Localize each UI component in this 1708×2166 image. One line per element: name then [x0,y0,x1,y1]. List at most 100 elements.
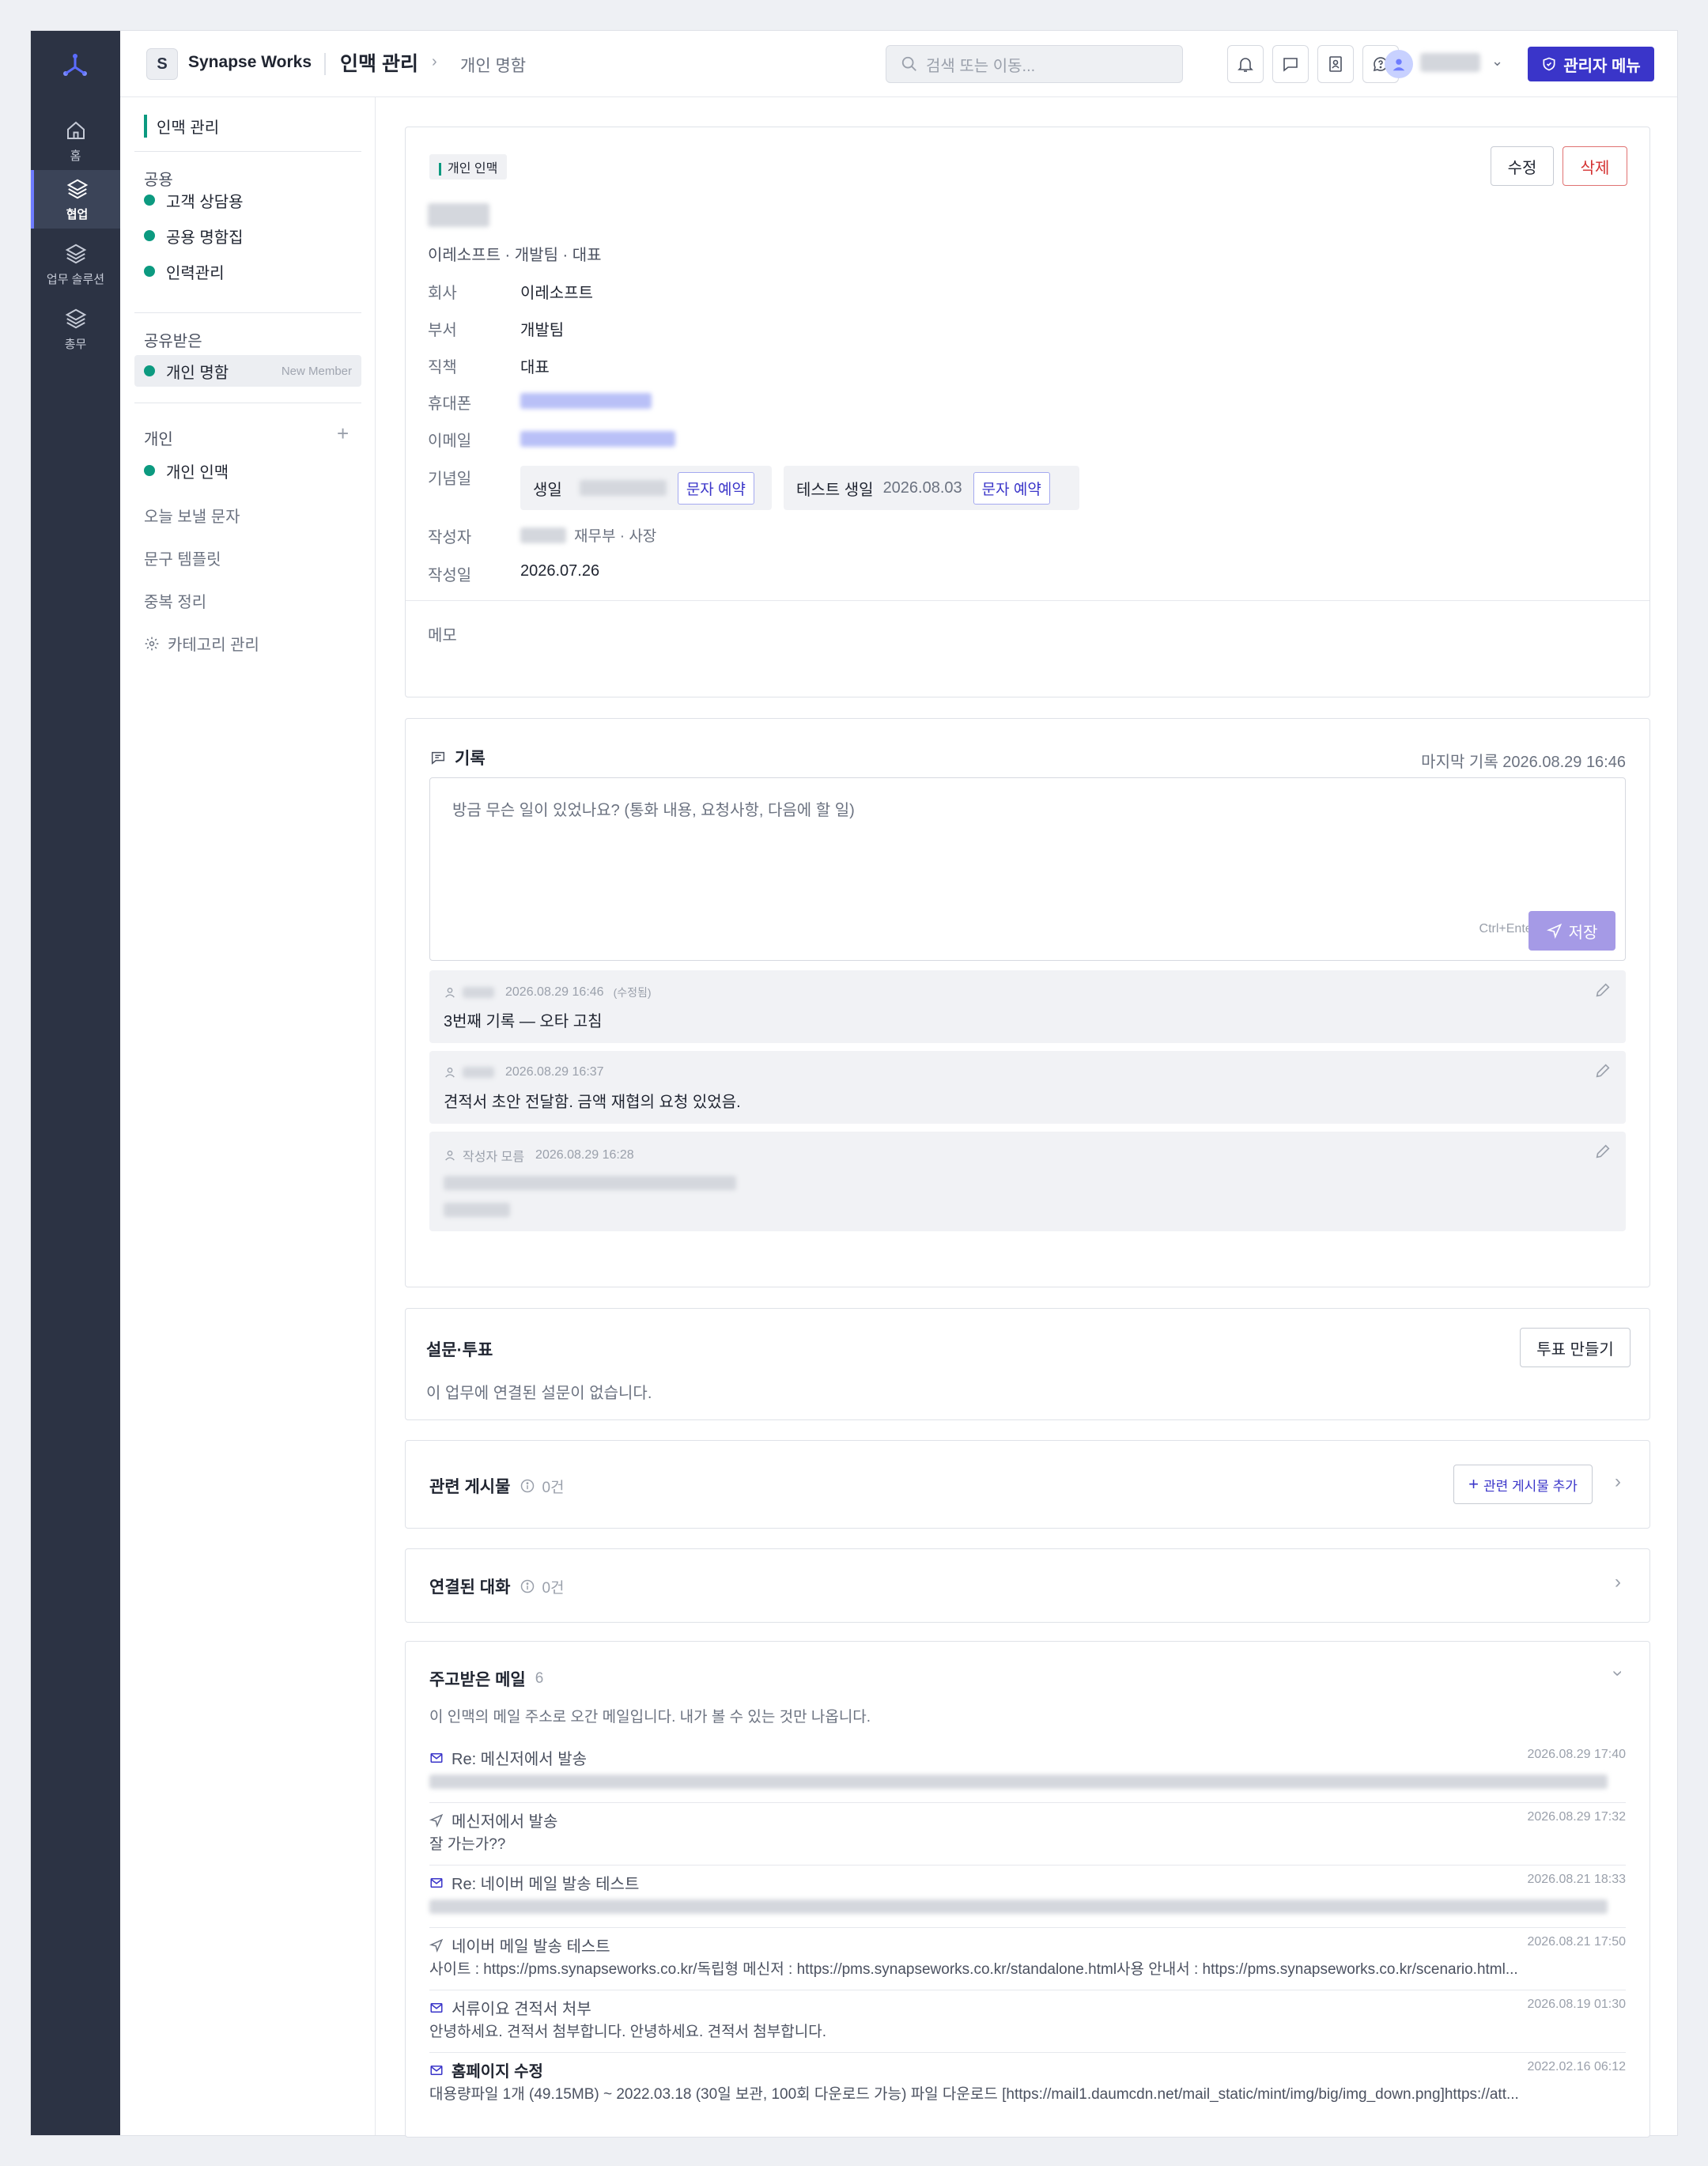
user-icon [1392,59,1405,71]
pencil-icon[interactable] [1594,1143,1612,1160]
rail-item-collab[interactable]: 협업 [31,170,120,229]
user-icon [445,1068,455,1078]
mail-title-label: 주고받은 메일 [429,1671,526,1689]
mail-item[interactable]: 네이버 메일 발송 테스트 2026.08.21 17:50 사이트 : htt… [429,1929,1626,1990]
sidebar-item-label: 개인 명함 [166,364,229,382]
entry-author [463,1067,494,1078]
search-input[interactable]: 검색 또는 이동... [886,45,1183,83]
sidebar-group-shared: 공유받은 [144,333,202,350]
schedule-sms-button[interactable]: 문자 예약 [973,471,1050,505]
sidebar-link-today-sms[interactable]: 오늘 보낼 문자 [144,504,240,527]
contact-name [428,203,489,227]
entry-meta: 2026.08.29 16:37 [444,1065,604,1079]
user-name[interactable] [1420,53,1480,72]
sidebar-item-hr[interactable]: 인력관리 [134,255,361,287]
sidebar-item-label: 인력관리 [166,264,225,282]
send-icon [1546,923,1562,939]
anniversary-date [579,480,667,496]
edit-button[interactable]: 수정 [1491,146,1554,186]
sidebar-item-personal-network[interactable]: 개인 인맥 [134,455,361,486]
chevron-down-icon[interactable]: › [1607,1670,1629,1676]
entry-author: 작성자 모름 [463,1151,525,1164]
divider [134,151,361,152]
category-chip: 개인 인맥 [429,154,508,180]
linked-chats-card: 연결된 대화 0건 › [405,1548,1650,1623]
new-member-tag: New Member [281,364,352,378]
field-label: 휴대폰 [428,395,472,413]
company-value: 이레소프트 [520,285,593,302]
notification-button[interactable] [1227,45,1264,83]
mail-description: 이 인맥의 메일 주소로 오간 메일입니다. 내가 볼 수 있는 것만 나옵니다… [429,1709,871,1726]
mail-item[interactable]: 메신저에서 발송 2026.08.29 17:32 잘 가는가?? [429,1804,1626,1865]
save-record-button[interactable]: 저장 [1529,911,1615,951]
entry-meta: 작성자 모름 2026.08.29 16:28 [444,1146,634,1165]
delete-button[interactable]: 삭제 [1563,146,1627,186]
record-entry: 작성자 모름 2026.08.29 16:28 [429,1132,1626,1231]
layers-icon [65,308,86,328]
divider [134,312,361,313]
admin-menu-button[interactable]: 관리자 메뉴 [1528,47,1654,81]
field-label: 부서 [428,322,457,339]
mail-subject-text: 서류이요 견적서 처부 [452,2001,591,2018]
sidebar-item-public-cards[interactable]: 공용 명함집 [134,220,361,251]
add-category-icon[interactable]: + [337,421,349,446]
memo-label: 메모 [428,627,457,645]
mail-item[interactable]: Re: 메신저에서 발송 2026.08.29 17:40 [429,1741,1626,1803]
mail-icon [430,2065,443,2075]
rail-item-solutions[interactable]: 업무 솔루션 [31,235,120,293]
user-icon [445,1151,455,1161]
app-logo-icon[interactable] [59,50,91,81]
layers-icon [65,244,86,263]
sidebar-link-categories[interactable]: 카테고리 관리 [144,632,259,655]
breadcrumb-current: 개인 명함 [460,57,527,75]
mail-item[interactable]: 홈페이지 수정 2022.02.16 06:12 대용량파일 1개 (49.15… [429,2054,1626,2115]
mail-preview: 안녕하세요. 견적서 첨부합니다. 안녕하세요. 견적서 첨부합니다. [429,2024,826,2040]
admin-menu-label: 관리자 메뉴 [1563,57,1641,75]
author-role: 재무부 · 사장 [574,528,657,545]
rail-item-general[interactable]: 총무 [31,300,120,358]
app-window: 홈 협업 업무 솔루션 총무 S Synapse Works 인맥 관리 › 개… [30,30,1678,2138]
mail-subject-text: 홈페이지 수정 [452,2063,543,2081]
create-poll-button[interactable]: 투표 만들기 [1520,1328,1631,1367]
mail-item[interactable]: 서류이요 견적서 처부 2026.08.19 01:30 안녕하세요. 견적서 … [429,1991,1626,2053]
add-related-post-button[interactable]: + 관련 게시물 추가 [1453,1465,1593,1504]
sidebar-item-label: 공용 명함집 [166,229,244,247]
schedule-sms-button[interactable]: 문자 예약 [677,471,755,505]
sidebar-item-customer[interactable]: 고객 상담용 [134,184,361,216]
sidebar-item-label: 개인 인맥 [166,463,229,482]
chevron-right-icon[interactable]: › [1615,1571,1621,1593]
email-link[interactable] [520,431,675,447]
plus-icon: + [1468,1474,1479,1494]
divider [406,600,1649,601]
chevron-down-icon[interactable]: ⌄ [1491,53,1503,70]
mail-preview-redacted [429,1900,1608,1914]
send-icon [429,1813,444,1828]
layers-icon [66,179,88,198]
contact-book-icon [1329,56,1342,72]
page-title[interactable]: 인맥 관리 [340,48,418,77]
messages-button[interactable] [1272,45,1309,83]
contacts-button[interactable] [1317,45,1354,83]
sidebar-link-templates[interactable]: 문구 템플릿 [144,546,221,569]
user-avatar[interactable] [1385,50,1413,78]
workspace-badge[interactable]: S [146,48,178,80]
phone-link[interactable] [520,393,652,409]
rail-label: 업무 솔루션 [46,272,105,286]
pencil-icon[interactable] [1594,981,1612,999]
related-posts-count: 0건 [520,1476,565,1497]
mail-subject: Re: 네이버 메일 발송 테스트 [429,1871,639,1894]
survey-title: 설문·투표 [426,1341,493,1359]
mail-item[interactable]: Re: 네이버 메일 발송 테스트 2026.08.21 18:33 [429,1866,1626,1928]
workspace-name[interactable]: Synapse Works [188,53,312,72]
mail-icon [430,1877,443,1888]
sidebar-link-dedupe[interactable]: 중복 정리 [144,589,206,612]
dot-icon [144,195,155,206]
mail-preview-redacted [429,1775,1608,1789]
chevron-right-icon: › [432,53,437,70]
chevron-right-icon[interactable]: › [1615,1471,1621,1493]
rail-item-home[interactable]: 홈 [31,112,120,170]
record-textarea[interactable]: 방금 무슨 일이 있었나요? (통화 내용, 요청사항, 다음에 할 일) Ct… [429,777,1626,961]
pencil-icon[interactable] [1594,1062,1612,1079]
entry-meta: 2026.08.29 16:46 (수정됨) [444,985,652,1000]
sidebar-item-personal-cards[interactable]: 개인 명함 New Member [134,355,361,387]
